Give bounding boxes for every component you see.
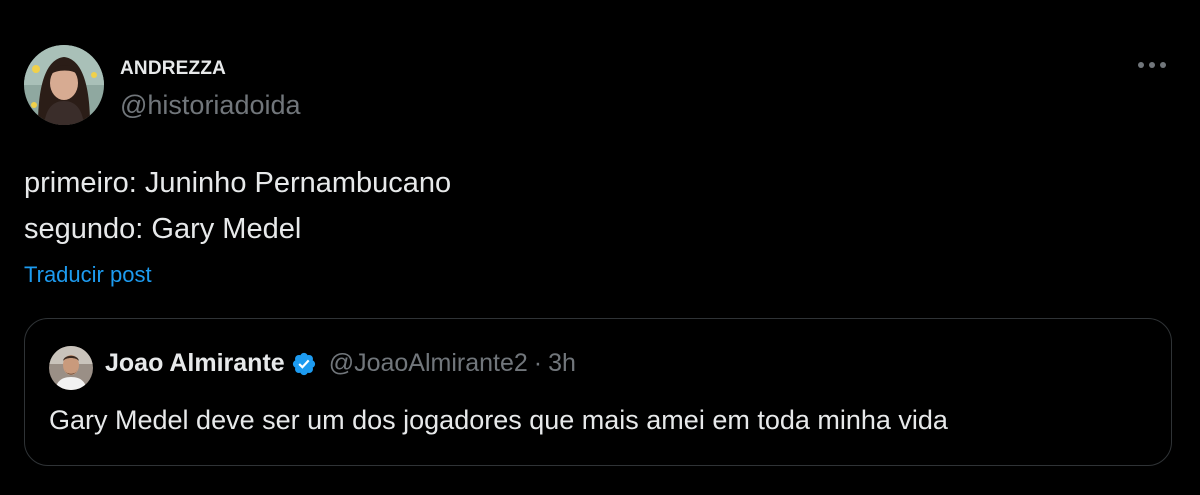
more-options-icon[interactable]: [1134, 58, 1170, 72]
author-avatar[interactable]: [24, 45, 104, 125]
quoted-author-handle[interactable]: @JoaoAlmirante2: [329, 349, 528, 378]
avatar-woman-portrait-icon: [24, 45, 104, 125]
quoted-tweet-header: Joao Almirante @JoaoAlmirante2 · 3h: [105, 349, 576, 378]
header-separator: ·: [533, 349, 543, 377]
quoted-tweet-timestamp[interactable]: 3h: [548, 349, 576, 378]
more-dot: [1138, 62, 1144, 68]
tweet-card: ANDREZZA @historiadoida primeiro: Juninh…: [0, 0, 1200, 495]
more-dot: [1149, 62, 1155, 68]
quoted-author-avatar[interactable]: [49, 346, 93, 390]
more-dot: [1160, 62, 1166, 68]
verified-badge-icon[interactable]: [291, 351, 317, 377]
translate-post-link[interactable]: Traducir post: [24, 262, 152, 288]
author-display-name[interactable]: ANDREZZA: [120, 58, 226, 80]
quoted-tweet-text: Gary Medel deve ser um dos jogadores que…: [49, 405, 948, 435]
tweet-text-line: segundo: Gary Medel: [24, 213, 302, 245]
author-handle[interactable]: @historiadoida: [120, 90, 301, 121]
quoted-tweet[interactable]: Joao Almirante @JoaoAlmirante2 · 3h Gary…: [24, 318, 1172, 466]
avatar-man-portrait-icon: [49, 346, 93, 390]
quoted-author-display-name[interactable]: Joao Almirante: [105, 349, 285, 378]
tweet-text-line: primeiro: Juninho Pernambucano: [24, 167, 452, 199]
tweet-text: primeiro: Juninho Pernambucano segundo: …: [24, 160, 451, 252]
